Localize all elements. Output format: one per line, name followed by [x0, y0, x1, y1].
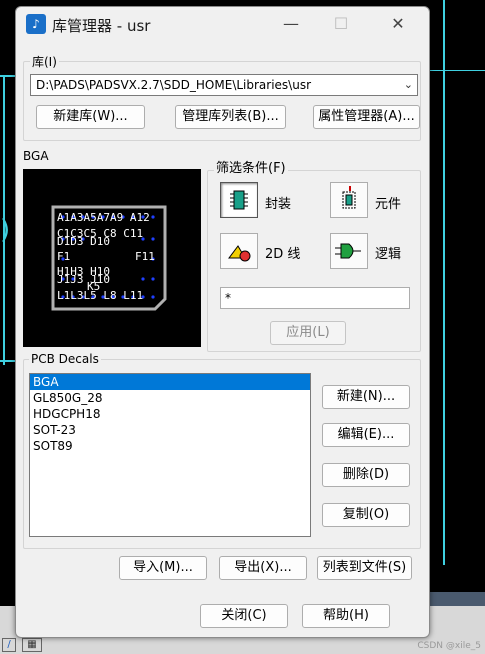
pen-icon[interactable]: / [2, 638, 16, 652]
cad-trace [0, 75, 15, 77]
library-manager-dialog: ♪ 库管理器 - usr — ☐ ✕ 库(I) D:\PADS\PADSVX.2… [15, 6, 430, 638]
cad-status-bar [430, 592, 485, 606]
pin-label-row: A1A3A5A7A9 A12 [57, 211, 150, 224]
decals-filter-label: 封装 [265, 197, 292, 212]
decals-filter-button[interactable] [220, 182, 258, 218]
chevron-down-icon: ⌄ [403, 78, 413, 91]
logic-gate-icon [335, 243, 361, 259]
filter-input[interactable]: * [220, 287, 410, 309]
parts-filter-label: 元件 [375, 197, 402, 212]
list-item[interactable]: GL850G_28 [30, 390, 310, 406]
minimize-button[interactable]: — [271, 9, 311, 39]
preview-label: BGA [21, 149, 51, 163]
close-button[interactable]: ✕ [378, 9, 418, 39]
title-bar[interactable]: ♪ 库管理器 - usr — ☐ ✕ [16, 7, 429, 41]
library-path-value: D:\PADS\PADSVX.2.7\SDD_HOME\Libraries\us… [36, 78, 312, 92]
logic-filter-label: 逻辑 [375, 247, 402, 262]
edit-decal-button[interactable]: 编辑(E)... [322, 423, 410, 447]
library-group-label: 库(I) [30, 53, 59, 70]
pin-label-row: L1L3L5 L8 L11 [57, 289, 143, 302]
copy-decal-button[interactable]: 复制(O) [322, 503, 410, 527]
maximize-button[interactable]: ☐ [321, 9, 361, 39]
pin-label-row: F1 [57, 250, 70, 263]
lines-filter-button[interactable] [220, 233, 258, 269]
app-icon: ♪ [26, 14, 46, 34]
cad-text-fragment: ) [0, 215, 11, 245]
logic-filter-button[interactable] [330, 233, 368, 269]
chip-icon [230, 190, 248, 210]
lines-filter-label: 2D 线 [265, 247, 301, 262]
window-title: 库管理器 - usr [52, 17, 151, 35]
delete-decal-button[interactable]: 删除(D) [322, 463, 410, 487]
cad-trace [430, 70, 485, 71]
list-item[interactable]: SOT89 [30, 438, 310, 454]
pin-label-row: F11 [135, 250, 155, 263]
pin-label-row: D1D3 D10 [57, 235, 110, 248]
filter-group-label: 筛选条件(F) [214, 157, 288, 176]
library-path-select[interactable]: D:\PADS\PADSVX.2.7\SDD_HOME\Libraries\us… [30, 74, 418, 96]
library-group [23, 61, 421, 141]
export-button[interactable]: 导出(X)... [219, 556, 307, 580]
new-decal-button[interactable]: 新建(N)... [322, 385, 410, 409]
pin-label-row: J1J3 J10 [57, 273, 110, 286]
pcb-decals-group-label: PCB Decals [29, 352, 101, 366]
manage-library-list-button[interactable]: 管理库列表(B)... [175, 105, 286, 129]
decal-preview: A1A3A5A7A9 A12 C1C3C5 C8 C11 D1D3 D10 F1… [23, 169, 201, 347]
new-library-button[interactable]: 新建库(W)... [36, 105, 145, 129]
list-to-file-button[interactable]: 列表到文件(S) [317, 556, 412, 580]
watermark: CSDN @xile_5 [417, 641, 481, 651]
list-item[interactable]: SOT-23 [30, 422, 310, 438]
import-button[interactable]: 导入(M)... [119, 556, 207, 580]
cad-trace [443, 0, 445, 565]
parts-filter-button[interactable] [330, 182, 368, 218]
attribute-manager-button[interactable]: 属性管理器(A)... [313, 105, 420, 129]
cad-trace [0, 360, 15, 362]
apply-button[interactable]: 应用(L) [270, 321, 346, 345]
2d-line-icon [228, 245, 251, 262]
part-icon [342, 186, 356, 209]
list-item[interactable]: HDGCPH18 [30, 406, 310, 422]
grid-icon[interactable]: ▦ [22, 638, 42, 652]
bga-footprint-graphic: A1A3A5A7A9 A12 C1C3C5 C8 C11 D1D3 D10 F1… [51, 205, 167, 311]
decal-list[interactable]: BGA GL850G_28 HDGCPH18 SOT-23 SOT89 [29, 373, 311, 537]
help-button[interactable]: 帮助(H) [302, 604, 390, 628]
close-dialog-button[interactable]: 关闭(C) [200, 604, 288, 628]
list-item[interactable]: BGA [30, 374, 310, 390]
